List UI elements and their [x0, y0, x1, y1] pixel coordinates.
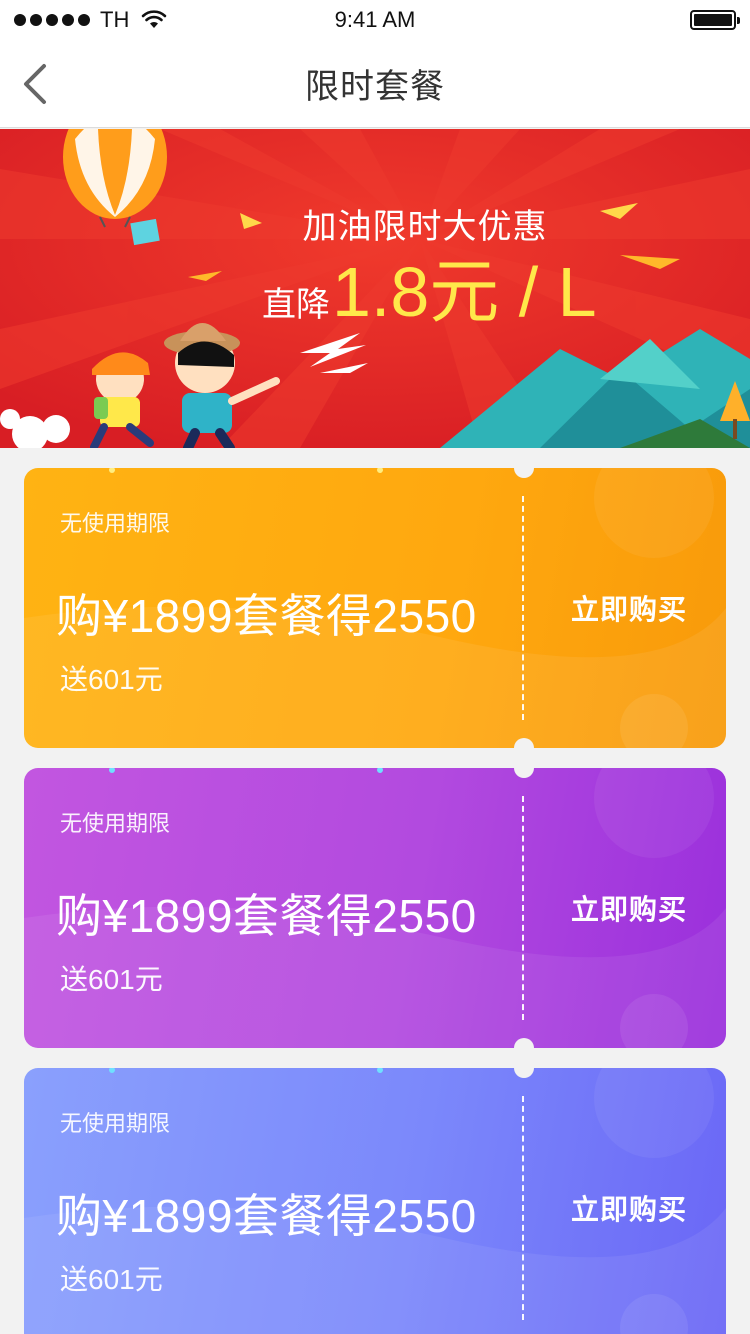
page-title: 限时套餐: [305, 68, 445, 106]
coupon-title: 购¥1899套餐得2550: [56, 1190, 477, 1242]
signal-strength-icon: [14, 14, 90, 26]
coupon-bonus: 送601元: [60, 964, 163, 995]
status-bar: TH 9:41 AM: [0, 0, 750, 40]
buy-now-button[interactable]: 立即购买: [532, 1068, 726, 1334]
carrier-name: TH: [100, 7, 130, 32]
buy-now-button[interactable]: 立即购买: [532, 768, 726, 1048]
coupon-card: 无使用期限 购¥1899套餐得2550 送601元 立即购买: [24, 468, 726, 748]
coupon-bonus: 送601元: [60, 1264, 163, 1295]
coupon-bonus: 送601元: [60, 664, 163, 695]
coupon-validity: 无使用期限: [60, 811, 171, 836]
banner-headline: 加油限时大优惠: [302, 208, 548, 246]
status-left: TH: [14, 7, 167, 33]
banner-price: 直降 1.8元 / L: [262, 257, 597, 327]
back-button[interactable]: [18, 62, 58, 106]
chevron-left-icon: [24, 64, 46, 104]
coupon-title: 购¥1899套餐得2550: [56, 590, 477, 642]
nav-bar: 限时套餐: [0, 40, 750, 128]
coupon-divider: [522, 796, 524, 1020]
coupon-divider: [522, 1096, 524, 1320]
price-value: 1.8元 / L: [332, 253, 597, 331]
coupon-card: 无使用期限 购¥1899套餐得2550 送601元 立即购买: [24, 1068, 726, 1334]
coupon-validity: 无使用期限: [60, 1111, 171, 1136]
price-prefix: 直降: [262, 286, 330, 324]
battery-icon: [690, 10, 740, 30]
wifi-icon: [142, 10, 167, 28]
promo-banner: 加油限时大优惠 直降 1.8元 / L: [0, 129, 750, 448]
coupon-divider: [522, 496, 524, 720]
coupon-card: 无使用期限 购¥1899套餐得2550 送601元 立即购买: [24, 768, 726, 1048]
coupon-title: 购¥1899套餐得2550: [56, 890, 477, 942]
buy-now-button[interactable]: 立即购买: [532, 468, 726, 748]
coupon-validity: 无使用期限: [60, 511, 171, 536]
